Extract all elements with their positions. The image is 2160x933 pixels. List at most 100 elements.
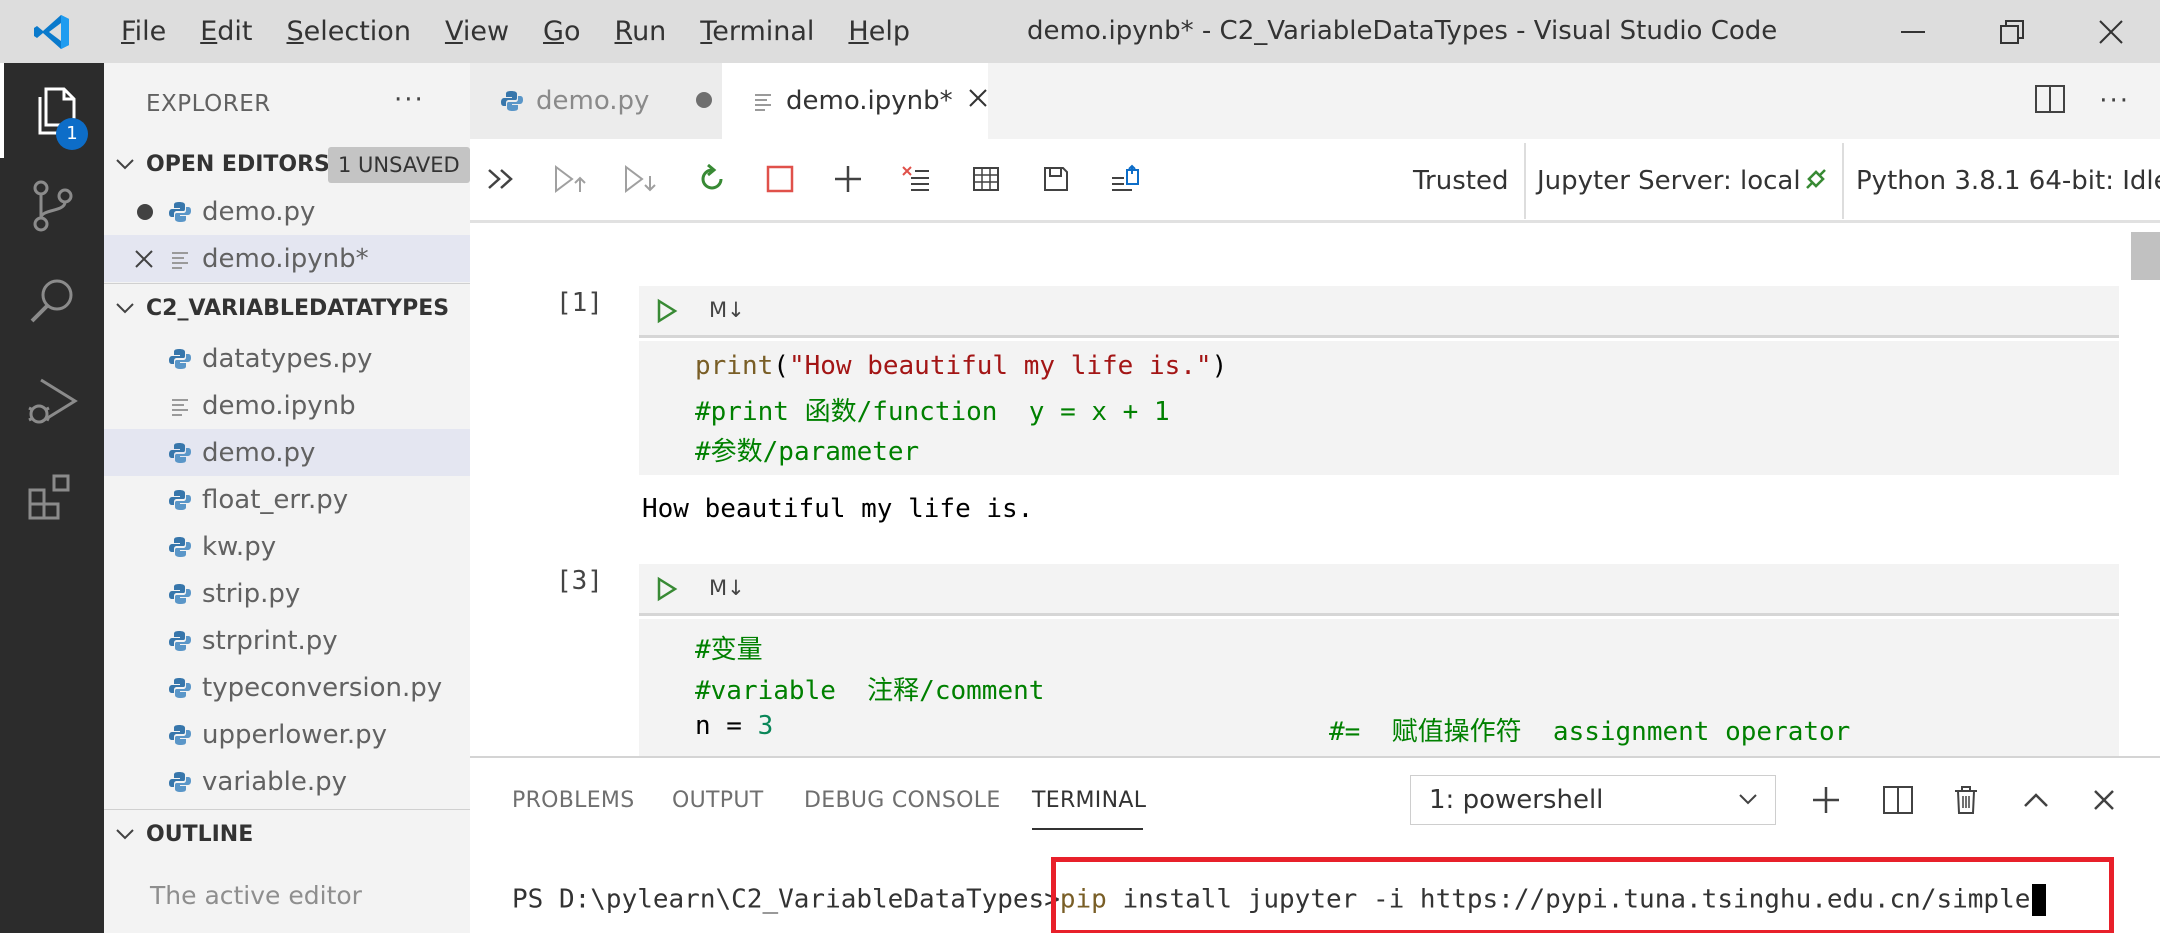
run-debug-icon bbox=[28, 378, 78, 423]
python-file-icon bbox=[160, 535, 200, 559]
activity-run-debug[interactable] bbox=[0, 353, 104, 448]
explorer-more-button[interactable]: ··· bbox=[394, 85, 425, 115]
markdown-toggle-button[interactable]: M↓ bbox=[709, 298, 745, 322]
title-bar: File Edit Selection View Go Run Terminal… bbox=[0, 0, 2160, 63]
panel-tab-output[interactable]: OUTPUT bbox=[672, 788, 763, 813]
file-demo-py[interactable]: demo.py bbox=[104, 429, 470, 476]
variables-button[interactable] bbox=[966, 159, 1006, 199]
folder-header[interactable]: C2_VARIABLEDATATYPES bbox=[104, 285, 470, 331]
file-strprint-py[interactable]: strprint.py bbox=[104, 617, 470, 664]
python-file-icon bbox=[160, 770, 200, 794]
menu-go[interactable]: Go bbox=[526, 0, 597, 63]
code-line: print("How beautiful my life is.") bbox=[695, 351, 1228, 381]
add-cell-button[interactable] bbox=[828, 159, 868, 199]
activity-source-control[interactable] bbox=[0, 158, 104, 253]
extensions-icon bbox=[28, 474, 70, 519]
restore-button[interactable] bbox=[1962, 0, 2061, 63]
split-editor-icon[interactable] bbox=[2035, 85, 2066, 117]
code-cell[interactable]: #变量 #variable 注释/comment n = 3 #= 赋值操作符 … bbox=[639, 619, 2119, 756]
menu-file[interactable]: File bbox=[104, 0, 183, 63]
outline-label: OUTLINE bbox=[146, 821, 254, 847]
table-icon bbox=[973, 167, 999, 191]
trusted-status[interactable]: Trusted bbox=[1413, 139, 1508, 223]
chevron-down-icon bbox=[104, 157, 146, 171]
panel-tab-problems[interactable]: PROBLEMS bbox=[512, 788, 634, 813]
cell-toolbar: M↓ bbox=[639, 564, 2119, 616]
chevron-down-icon bbox=[1737, 776, 1759, 840]
menu-edit[interactable]: Edit bbox=[183, 0, 269, 63]
panel-tab-debug-console[interactable]: DEBUG CONSOLE bbox=[804, 788, 1001, 813]
file-typeconversion-py[interactable]: typeconversion.py bbox=[104, 664, 470, 711]
run-below-icon bbox=[625, 165, 656, 193]
activity-explorer[interactable]: 1 bbox=[0, 63, 104, 158]
file-kw-py[interactable]: kw.py bbox=[104, 523, 470, 570]
code-line: #参数/parameter bbox=[695, 437, 920, 467]
python-file-icon bbox=[160, 582, 200, 606]
code-cell[interactable]: print("How beautiful my life is.") #prin… bbox=[639, 341, 2119, 475]
file-float-err-py[interactable]: float_err.py bbox=[104, 476, 470, 523]
run-below-button[interactable] bbox=[620, 159, 660, 199]
scrollbar-thumb[interactable] bbox=[2131, 232, 2160, 280]
interrupt-kernel-button[interactable] bbox=[760, 159, 800, 199]
close-icon[interactable] bbox=[134, 249, 154, 269]
run-above-button[interactable] bbox=[550, 159, 590, 199]
file-demo-ipynb[interactable]: demo.ipynb bbox=[104, 382, 470, 429]
new-terminal-button[interactable] bbox=[1806, 780, 1846, 820]
explorer-sidebar: EXPLORER ··· OPEN EDITORS 1 UNSAVED demo… bbox=[104, 63, 470, 933]
clear-outputs-button[interactable] bbox=[896, 159, 936, 199]
kernel-status[interactable]: Python 3.8.1 64-bit: Idle bbox=[1856, 139, 2160, 223]
run-all-icon bbox=[488, 169, 513, 189]
file-datatypes-py[interactable]: datatypes.py bbox=[104, 335, 470, 382]
explorer-title: EXPLORER bbox=[146, 91, 271, 117]
restart-kernel-button[interactable] bbox=[692, 159, 732, 199]
export-button[interactable] bbox=[1106, 159, 1146, 199]
close-panel-button[interactable] bbox=[2084, 780, 2124, 820]
file-variable-py[interactable]: variable.py bbox=[104, 758, 470, 805]
tab-demo-py[interactable]: demo.py bbox=[470, 63, 722, 139]
menu-view[interactable]: View bbox=[428, 0, 526, 63]
open-editors-header[interactable]: OPEN EDITORS 1 UNSAVED bbox=[104, 141, 470, 187]
clear-outputs-icon bbox=[902, 166, 929, 191]
close-icon[interactable] bbox=[967, 86, 989, 116]
file-upperlower-py[interactable]: upperlower.py bbox=[104, 711, 470, 758]
open-editor-demo-py[interactable]: demo.py bbox=[104, 188, 470, 235]
open-editor-demo-ipynb[interactable]: demo.ipynb* bbox=[104, 235, 470, 282]
python-file-icon bbox=[160, 347, 200, 371]
run-all-button[interactable] bbox=[482, 159, 522, 199]
window-title: demo.ipynb* - C2_VariableDataTypes - Vis… bbox=[1027, 16, 1778, 46]
python-file-icon bbox=[160, 676, 200, 700]
unsaved-dot-icon bbox=[137, 203, 153, 220]
menu-terminal[interactable]: Terminal bbox=[683, 0, 831, 63]
run-cell-button[interactable] bbox=[655, 576, 679, 606]
save-button[interactable] bbox=[1036, 159, 1076, 199]
menu-run[interactable]: Run bbox=[598, 0, 684, 63]
close-icon bbox=[2098, 19, 2123, 44]
outline-header[interactable]: OUTLINE bbox=[104, 811, 470, 857]
markdown-toggle-button[interactable]: M↓ bbox=[709, 576, 745, 600]
menu-help[interactable]: Help bbox=[831, 0, 927, 63]
activity-extensions[interactable] bbox=[0, 448, 104, 543]
terminal-select[interactable]: 1: powershell bbox=[1410, 775, 1776, 825]
notebook-scrollbar[interactable] bbox=[2124, 226, 2160, 756]
menu-selection[interactable]: Selection bbox=[270, 0, 428, 63]
source-control-icon bbox=[33, 180, 73, 231]
minimize-button[interactable] bbox=[1863, 0, 1962, 63]
notebook-file-icon bbox=[752, 90, 774, 112]
unsaved-dot-icon[interactable] bbox=[695, 86, 713, 116]
more-actions-icon[interactable]: ··· bbox=[2099, 86, 2130, 116]
jupyter-server-status[interactable]: Jupyter Server: local bbox=[1537, 139, 1801, 223]
code-line: #变量 bbox=[695, 635, 763, 665]
tab-actions: ··· bbox=[2035, 63, 2160, 139]
close-window-button[interactable] bbox=[2061, 0, 2160, 63]
split-terminal-button[interactable] bbox=[1878, 780, 1918, 820]
tab-demo-ipynb[interactable]: demo.ipynb* bbox=[722, 63, 988, 139]
maximize-panel-button[interactable] bbox=[2016, 780, 2056, 820]
panel-tab-terminal[interactable]: TERMINAL bbox=[1032, 788, 1146, 813]
run-cell-button[interactable] bbox=[655, 298, 679, 328]
activity-search[interactable] bbox=[0, 253, 104, 348]
explorer-header: EXPLORER ··· bbox=[104, 63, 470, 143]
close-icon bbox=[2094, 790, 2114, 810]
python-file-icon bbox=[160, 488, 200, 512]
file-strip-py[interactable]: strip.py bbox=[104, 570, 470, 617]
kill-terminal-button[interactable] bbox=[1946, 780, 1986, 820]
